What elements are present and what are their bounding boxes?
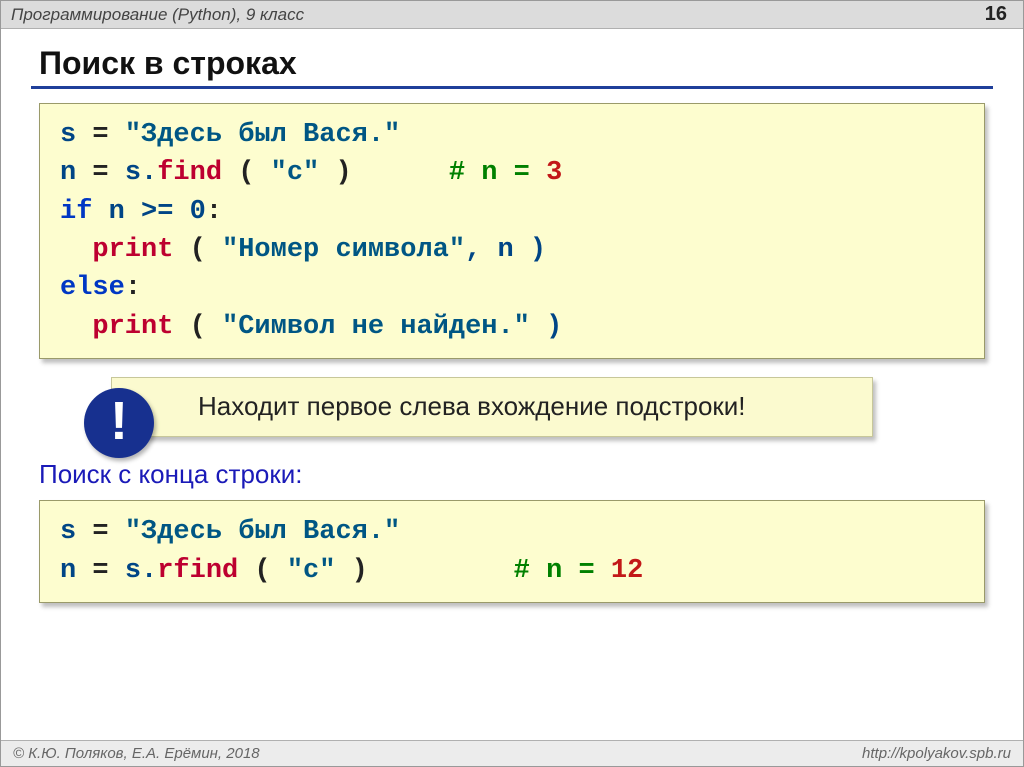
subheading: Поиск с конца строки: <box>39 459 993 490</box>
copyright: © К.Ю. Поляков, Е.А. Ерёмин, 2018 <box>13 745 260 762</box>
code-token: s. <box>125 158 157 188</box>
course-title: Программирование (Python), 9 класс <box>11 5 304 25</box>
code-token: : <box>125 273 141 303</box>
code-token: = <box>76 158 125 188</box>
code-indent <box>60 312 92 342</box>
slide-title: Поиск в строках <box>31 37 993 89</box>
code-result: 3 <box>546 158 562 188</box>
code-token: ( <box>173 235 222 265</box>
tip-text: Находит первое слева вхождение подстроки… <box>198 391 746 421</box>
tip-box: ! Находит первое слева вхождение подстро… <box>111 377 873 438</box>
footer-url: http://kpolyakov.spb.ru <box>862 745 1011 762</box>
code-token: find <box>157 158 222 188</box>
code-keyword: if <box>60 197 92 227</box>
code-token: "Здесь был Вася." <box>125 120 400 150</box>
slide-footer: © К.Ю. Поляков, Е.А. Ерёмин, 2018 http:/… <box>1 740 1023 766</box>
exclamation-icon: ! <box>84 388 154 458</box>
code-token: n >= <box>92 197 189 227</box>
slide-content: Поиск в строках s = "Здесь был Вася." n … <box>1 29 1023 603</box>
code-token: n <box>60 158 76 188</box>
code-token: = <box>76 556 125 586</box>
code-comment: # n = <box>368 556 611 586</box>
code-token: , n ) <box>465 235 546 265</box>
code-block-find: s = "Здесь был Вася." n = s.find ( "с" )… <box>39 103 985 359</box>
code-token: "с" <box>287 556 336 586</box>
code-token: = <box>76 517 125 547</box>
code-token: ( <box>238 556 287 586</box>
code-keyword: else <box>60 273 125 303</box>
code-token: : <box>206 197 222 227</box>
code-result: 12 <box>611 556 643 586</box>
code-token: s <box>60 120 76 150</box>
code-token: ) <box>335 556 367 586</box>
page-number: 16 <box>985 3 1007 26</box>
code-token: print <box>92 312 173 342</box>
code-token: s <box>60 517 76 547</box>
code-token: ( <box>222 158 271 188</box>
code-token: "Номер символа" <box>222 235 465 265</box>
code-token: ) <box>319 158 351 188</box>
code-token: "Символ не найден." <box>222 312 530 342</box>
code-block-rfind: s = "Здесь был Вася." n = s.rfind ( "с" … <box>39 500 985 603</box>
code-token: s. <box>125 556 157 586</box>
code-comment: # n = <box>352 158 546 188</box>
code-token: 0 <box>190 197 206 227</box>
slide-header: Программирование (Python), 9 класс 16 <box>1 1 1023 29</box>
code-token: n <box>60 556 76 586</box>
code-token: rfind <box>157 556 238 586</box>
code-token: "Здесь был Вася." <box>125 517 400 547</box>
code-token: "с" <box>271 158 320 188</box>
code-token: ) <box>530 312 562 342</box>
code-token: ( <box>173 312 222 342</box>
code-indent <box>60 235 92 265</box>
code-token: = <box>76 120 125 150</box>
code-token: print <box>92 235 173 265</box>
